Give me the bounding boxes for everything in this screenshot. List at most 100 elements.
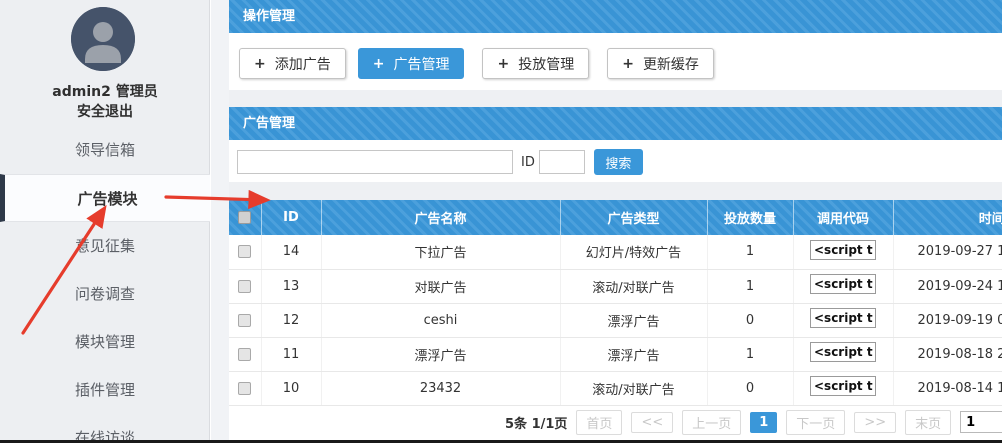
row-checkbox[interactable] (238, 382, 251, 395)
cell-type: 滚动/对联广告 (560, 269, 707, 303)
cell-code: <script t (793, 303, 893, 337)
row-checkbox-cell (229, 303, 261, 337)
column-header: 调用代码 (793, 200, 893, 235)
operation-button[interactable]: + 添加广告 (239, 48, 346, 79)
sidebar-menu: 领导信箱广告模块意见征集问卷调查模块管理插件管理在线访谈 (0, 126, 210, 443)
pagination-button[interactable]: 首页 (576, 410, 622, 435)
cell-time: 2019-08-14 17: (893, 371, 1002, 405)
plus-icon: + (373, 56, 385, 72)
row-checkbox[interactable] (238, 245, 251, 258)
cell-code: <script t (793, 337, 893, 371)
select-all-header-cell (229, 200, 261, 235)
operation-button-label: 添加广告 (275, 54, 331, 74)
table-row: 14下拉广告幻灯片/特效广告1<script t2019-09-27 14: (229, 235, 1002, 269)
column-header: 广告名称 (321, 200, 560, 235)
sidebar-item[interactable]: 问卷调查 (0, 270, 210, 318)
column-header: 广告类型 (560, 200, 707, 235)
username: admin2 管理员 (0, 81, 210, 101)
pagination-button[interactable]: 末页 (905, 410, 951, 435)
cell-type: 漂浮广告 (560, 337, 707, 371)
user-avatar-icon (71, 7, 135, 71)
cell-type: 滚动/对联广告 (560, 371, 707, 405)
cell-name: 23432 (321, 371, 560, 405)
pagination-button[interactable]: 上一页 (682, 410, 741, 435)
row-checkbox-cell (229, 337, 261, 371)
plus-icon: + (254, 56, 266, 72)
sidebar-item[interactable]: 模块管理 (0, 318, 210, 366)
operation-buttons-row: +添加广告+广告管理+投放管理+更新缓存 (229, 33, 1002, 90)
page-number-input[interactable] (960, 411, 1002, 433)
embed-code-box[interactable]: <script t (810, 240, 876, 260)
sidebar-item[interactable]: 领导信箱 (0, 126, 210, 174)
pagination-button[interactable]: 下一页 (786, 410, 845, 435)
sidebar-item[interactable]: 在线访谈 (0, 414, 210, 443)
row-checkbox-cell (229, 269, 261, 303)
table-header-row: ID广告名称广告类型投放数量调用代码时间 (229, 200, 1002, 235)
row-checkbox[interactable] (238, 314, 251, 327)
cell-id: 12 (261, 303, 321, 337)
cell-type: 幻灯片/特效广告 (560, 235, 707, 269)
embed-code-box[interactable]: <script t (810, 308, 876, 328)
ads-table: ID广告名称广告类型投放数量调用代码时间 14下拉广告幻灯片/特效广告1<scr… (229, 200, 1002, 406)
operation-panel-title: 操作管理 (243, 9, 295, 24)
app-window: admin2 管理员 安全退出 领导信箱广告模块意见征集问卷调查模块管理插件管理… (0, 0, 1002, 443)
logout-link[interactable]: 安全退出 (0, 101, 210, 121)
table-row: 11漂浮广告漂浮广告1<script t2019-08-18 22: (229, 337, 1002, 371)
ad-panel-title: 广告管理 (243, 116, 295, 131)
operation-button-label: 广告管理 (393, 54, 449, 74)
cell-qty: 1 (707, 337, 793, 371)
cell-name: 漂浮广告 (321, 337, 560, 371)
cell-code: <script t (793, 269, 893, 303)
section-gap (229, 90, 1002, 107)
pagination-button[interactable]: 1 (750, 412, 777, 433)
sidebar-item[interactable]: 广告模块 (0, 174, 210, 222)
cell-name: ceshi (321, 303, 560, 337)
operation-panel-header: 操作管理 (229, 0, 1002, 33)
sidebar-gutter (211, 0, 229, 443)
plus-icon: + (622, 56, 634, 72)
pagination-button[interactable]: >> (854, 412, 896, 433)
cell-time: 2019-09-19 08: (893, 303, 1002, 337)
keyword-input[interactable] (237, 150, 513, 174)
operation-button[interactable]: +投放管理 (482, 48, 589, 79)
cell-id: 11 (261, 337, 321, 371)
cell-time: 2019-09-27 14: (893, 235, 1002, 269)
avatar (71, 7, 135, 71)
main-content: 操作管理 +添加广告+广告管理+投放管理+更新缓存 广告管理 ID 搜索 ID广… (229, 0, 1002, 439)
ad-panel-header: 广告管理 (229, 107, 1002, 140)
cell-code: <script t (793, 371, 893, 405)
operation-button-label: 投放管理 (518, 54, 574, 74)
operation-button[interactable]: + 广告管理 (358, 48, 465, 79)
column-header: ID (261, 200, 321, 235)
pagination: 5条 1/1页 首页 << 上一页 1 下一页 >> 末页 (229, 406, 1002, 439)
cell-type: 漂浮广告 (560, 303, 707, 337)
cell-qty: 1 (707, 235, 793, 269)
sidebar-item[interactable]: 意见征集 (0, 222, 210, 270)
embed-code-box[interactable]: <script t (810, 342, 876, 362)
cell-name: 对联广告 (321, 269, 560, 303)
row-checkbox-cell (229, 371, 261, 405)
column-header: 时间 (893, 200, 1002, 235)
embed-code-box[interactable]: <script t (810, 274, 876, 294)
row-checkbox-cell (229, 235, 261, 269)
select-all-checkbox[interactable] (238, 211, 251, 224)
table-row: 12ceshi漂浮广告0<script t2019-09-19 08: (229, 303, 1002, 337)
row-checkbox[interactable] (238, 280, 251, 293)
row-checkbox[interactable] (238, 348, 251, 361)
cell-time: 2019-08-18 22: (893, 337, 1002, 371)
cell-qty: 0 (707, 371, 793, 405)
pagination-button[interactable]: << (631, 412, 673, 433)
cell-id: 10 (261, 371, 321, 405)
sidebar: admin2 管理员 安全退出 领导信箱广告模块意见征集问卷调查模块管理插件管理… (0, 0, 210, 443)
sidebar-item[interactable]: 插件管理 (0, 366, 210, 414)
section-gap (229, 182, 1002, 200)
search-button[interactable]: 搜索 (594, 149, 643, 175)
operation-button[interactable]: +更新缓存 (607, 48, 714, 79)
id-label: ID (521, 155, 535, 170)
cell-id: 13 (261, 269, 321, 303)
cell-qty: 1 (707, 269, 793, 303)
pagination-summary: 5条 1/1页 (505, 413, 567, 432)
embed-code-box[interactable]: <script t (810, 376, 876, 396)
search-row: ID 搜索 (229, 140, 1002, 182)
id-input[interactable] (539, 150, 585, 174)
